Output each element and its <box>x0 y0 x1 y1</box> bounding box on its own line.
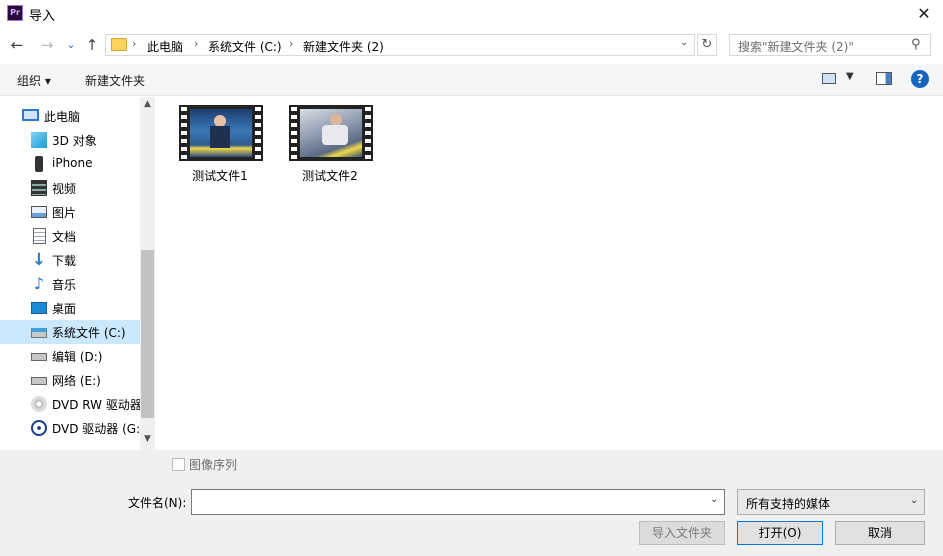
sidebar-item-label: 网络 (E:) <box>52 374 101 388</box>
chevron-down-icon[interactable]: ⌄ <box>910 495 918 506</box>
breadcrumb-this-pc[interactable]: 此电脑 <box>147 38 183 55</box>
filename-field[interactable] <box>191 489 725 515</box>
sidebar-item-desktop[interactable]: 桌面 <box>0 296 140 320</box>
search-icon[interactable]: ⚲ <box>911 37 921 52</box>
dvd-icon <box>31 420 47 436</box>
preview-pane-icon[interactable] <box>876 72 892 85</box>
up-button[interactable]: ↑ <box>83 36 101 54</box>
video-icon <box>31 180 47 196</box>
sidebar-item-label: 此电脑 <box>44 110 81 124</box>
breadcrumb-separator[interactable]: › <box>132 37 136 50</box>
sidebar-item-system-drive[interactable]: 系统文件 (C:) <box>0 320 140 344</box>
video-thumbnail <box>179 105 263 161</box>
recent-locations-button[interactable]: ⌄ <box>62 36 80 54</box>
sidebar-item-label: 视频 <box>52 182 77 196</box>
image-sequence-label: 图像序列 <box>189 458 238 472</box>
music-icon: ♪ <box>33 274 45 293</box>
sidebar-item-label: 文档 <box>52 230 77 244</box>
breadcrumb-separator[interactable]: › <box>289 37 293 50</box>
back-button[interactable]: ← <box>8 36 26 54</box>
desktop-icon <box>31 302 47 314</box>
new-folder-button[interactable]: 新建文件夹 <box>85 72 145 89</box>
sidebar-item-3d-objects[interactable]: 3D 对象 <box>0 128 140 152</box>
download-icon: ↓ <box>31 250 47 270</box>
sidebar-item-label: 图片 <box>52 206 77 220</box>
sidebar-item-label: 系统文件 (C:) <box>52 326 126 340</box>
sidebar-item-d-drive[interactable]: 编辑 (D:) <box>0 344 140 368</box>
change-view-icon[interactable] <box>822 73 836 84</box>
folder-icon <box>111 38 127 51</box>
document-icon <box>33 228 46 244</box>
file-type-select[interactable]: 所有支持的媒体 ⌄ <box>737 489 925 515</box>
organize-button[interactable]: 组织 ▾ <box>17 72 51 89</box>
system-drive-icon <box>31 328 47 338</box>
view-options-dropdown[interactable]: ▼ <box>846 71 854 82</box>
sidebar-item-music[interactable]: ♪ 音乐 <box>0 272 140 296</box>
scroll-down-arrow-icon[interactable]: ▼ <box>140 434 155 444</box>
sidebar-item-label: 3D 对象 <box>52 134 97 148</box>
search-input[interactable]: 搜索"新建文件夹 (2)" ⚲ <box>729 34 931 56</box>
forward-button[interactable]: → <box>38 36 56 54</box>
sidebar-item-pictures[interactable]: 图片 <box>0 200 140 224</box>
premiere-app-icon: Pr <box>7 5 23 21</box>
address-bar[interactable]: › 此电脑 › 系统文件 (C:) › 新建文件夹 (2) ⌄ <box>105 34 695 56</box>
sidebar-item-label: 编辑 (D:) <box>52 350 103 364</box>
sidebar-item-label: DVD RW 驱动器 <box>52 398 142 412</box>
phone-icon <box>35 156 43 172</box>
cancel-button[interactable]: 取消 <box>835 521 925 545</box>
sidebar-item-label: 桌面 <box>52 302 77 316</box>
file-item[interactable]: 测试文件1 <box>170 105 270 185</box>
cube-icon <box>31 132 47 148</box>
help-icon[interactable]: ? <box>911 70 929 88</box>
sidebar-item-label: iPhone <box>52 156 93 170</box>
sidebar-item-label: DVD 驱动器 (G: <box>52 422 141 436</box>
file-name: 测试文件1 <box>192 169 248 183</box>
file-type-value: 所有支持的媒体 <box>746 497 831 511</box>
import-folder-button[interactable]: 导入文件夹 <box>639 521 725 545</box>
filename-label: 文件名(N): <box>128 496 187 510</box>
title-bar: Pr 导入 ✕ <box>0 0 943 28</box>
scrollbar-thumb[interactable] <box>141 250 154 418</box>
drive-icon <box>31 353 47 361</box>
sidebar-item-downloads[interactable]: ↓ 下载 <box>0 248 140 272</box>
sidebar-item-label: 音乐 <box>52 278 77 292</box>
dvd-rw-icon <box>31 396 47 412</box>
window-title: 导入 <box>29 9 56 24</box>
sidebar-item-dvd-g[interactable]: DVD 驱动器 (G: <box>0 416 140 440</box>
sidebar-item-iphone[interactable]: iPhone <box>0 152 140 176</box>
image-sequence-checkbox[interactable] <box>172 458 185 471</box>
drive-icon <box>31 377 47 385</box>
picture-icon <box>31 206 47 218</box>
file-name: 测试文件2 <box>302 169 358 183</box>
command-toolbar: 组织 ▾ 新建文件夹 ▼ ? <box>0 64 943 96</box>
sidebar-item-documents[interactable]: 文档 <box>0 224 140 248</box>
close-button[interactable]: ✕ <box>905 0 943 28</box>
computer-icon <box>22 109 39 121</box>
open-button[interactable]: 打开(O) <box>737 521 823 545</box>
breadcrumb-new-folder[interactable]: 新建文件夹 (2) <box>303 38 384 55</box>
sidebar-item-videos[interactable]: 视频 <box>0 176 140 200</box>
navigation-pane: 此电脑 3D 对象 iPhone 视频 图片 文档 ↓ 下载 ♪ 音乐 桌面 系… <box>0 97 155 450</box>
scroll-up-arrow-icon[interactable]: ▲ <box>140 99 155 109</box>
breadcrumb-separator[interactable]: › <box>194 37 198 50</box>
file-item[interactable]: 测试文件2 <box>280 105 380 185</box>
sidebar-item-this-pc[interactable]: 此电脑 <box>0 104 140 128</box>
sidebar-item-e-drive[interactable]: 网络 (E:) <box>0 368 140 392</box>
sidebar-item-dvd-rw[interactable]: DVD RW 驱动器 <box>0 392 142 416</box>
sidebar-item-label: 下载 <box>52 254 77 268</box>
refresh-button[interactable]: ↻ <box>697 34 717 56</box>
video-thumbnail <box>289 105 373 161</box>
chevron-down-icon[interactable]: ⌄ <box>710 494 718 505</box>
chevron-down-icon[interactable]: ⌄ <box>680 37 688 48</box>
search-placeholder: 搜索"新建文件夹 (2)" <box>738 40 854 54</box>
breadcrumb-c-drive[interactable]: 系统文件 (C:) <box>208 38 282 55</box>
